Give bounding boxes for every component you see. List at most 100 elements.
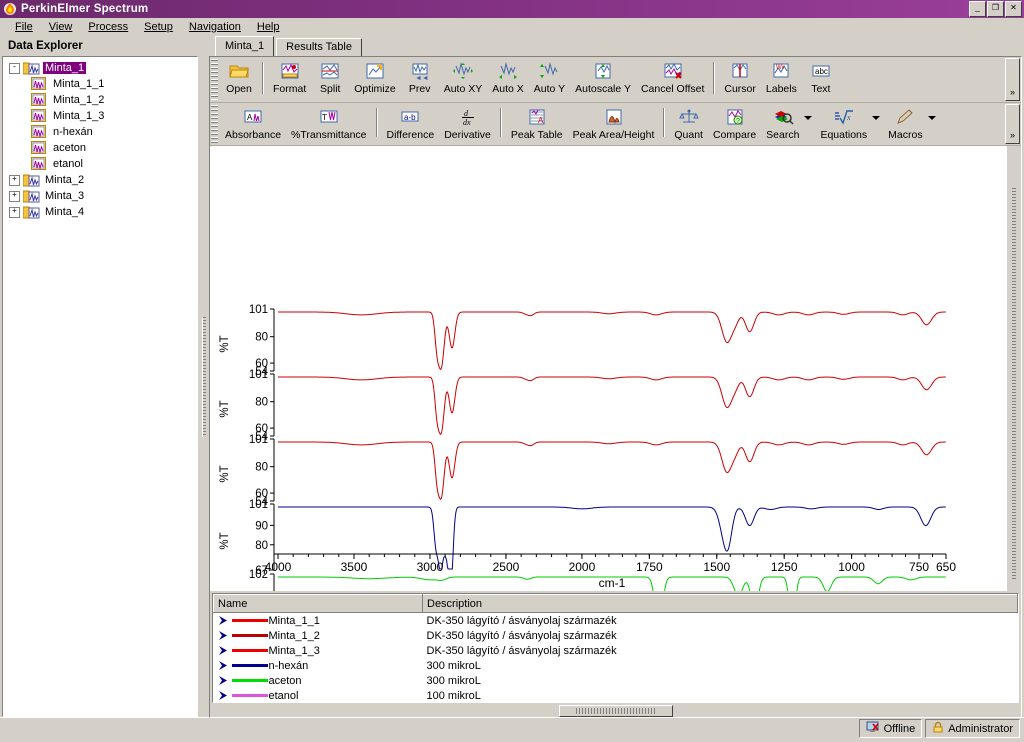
spectrum-tree[interactable]: - Minta_1 Minta_1_1 Minta_1_2 Minta_1_3 n-hex… bbox=[2, 56, 198, 717]
difference-button[interactable]: a-b Difference bbox=[382, 103, 440, 145]
tab-results-table[interactable]: Results Table bbox=[276, 38, 362, 56]
search-button[interactable]: Search bbox=[761, 103, 804, 145]
optimize-button[interactable]: Optimize bbox=[349, 57, 400, 102]
tree-item-etanol[interactable]: etanol bbox=[3, 156, 197, 172]
svg-text:cm-1: cm-1 bbox=[599, 576, 626, 590]
tree-item-minta-1-2[interactable]: Minta_1_2 bbox=[3, 92, 197, 108]
vertical-splitter[interactable] bbox=[200, 36, 207, 717]
window-titlebar[interactable]: PerkinElmer Spectrum _ ❐ ✕ bbox=[0, 0, 1024, 18]
legend-row[interactable]: n-hexán 300 mikroL bbox=[214, 658, 1018, 673]
spectra-chart[interactable]: 101 80 60 54 %T 101 80 60 54 %T 101 80 60 54 %T 101 90 80… bbox=[210, 146, 1007, 591]
minimize-button[interactable]: _ bbox=[969, 1, 986, 17]
svg-text:650: 650 bbox=[936, 560, 956, 574]
status-user[interactable]: Administrator bbox=[925, 719, 1020, 738]
svg-text:101: 101 bbox=[249, 369, 268, 381]
text-button[interactable]: abc Text bbox=[802, 57, 840, 102]
menu-process[interactable]: Process bbox=[80, 20, 136, 34]
horizontal-scrollbar[interactable] bbox=[210, 705, 1021, 717]
close-button[interactable]: ✕ bbox=[1005, 1, 1022, 17]
menu-navigation[interactable]: Navigation bbox=[181, 20, 249, 34]
derivative-button[interactable]: d dx Derivative bbox=[439, 103, 496, 145]
svg-text:3500: 3500 bbox=[341, 560, 368, 574]
menu-setup-label: Setup bbox=[144, 20, 173, 33]
auto-x-label: Auto X bbox=[492, 83, 524, 95]
toolbar-overflow-top[interactable]: » bbox=[1005, 58, 1020, 101]
legend-arrow-icon bbox=[218, 675, 232, 686]
collapse-toggle[interactable]: - bbox=[9, 62, 20, 74]
menu-help[interactable]: Help bbox=[249, 20, 288, 34]
legend-name-wrap: n-hexán bbox=[218, 660, 419, 672]
svg-text:101: 101 bbox=[249, 304, 268, 316]
legend-row[interactable]: etanol 100 mikroL bbox=[214, 688, 1018, 702]
difference-label: Difference bbox=[386, 129, 435, 141]
prev-button[interactable]: ◄◄ Prev bbox=[401, 57, 439, 102]
menu-view[interactable]: View bbox=[41, 20, 81, 34]
equations-dropdown-arrow[interactable] bbox=[872, 103, 883, 145]
open-button[interactable]: Open bbox=[220, 57, 258, 102]
svg-text:%T: %T bbox=[219, 400, 231, 417]
macros-dropdown-arrow[interactable] bbox=[927, 103, 939, 145]
toolbar-overflow-bottom[interactable]: » bbox=[1005, 104, 1020, 144]
auto-xy-button[interactable]: Auto XY bbox=[439, 57, 488, 102]
legend-name-label: Minta_1_2 bbox=[268, 629, 320, 642]
autoscale-y-button[interactable]: Autoscale Y bbox=[570, 57, 636, 102]
split-button[interactable]: Split bbox=[311, 57, 349, 102]
tree-item-minta-3[interactable]: + Minta_3 bbox=[3, 188, 197, 204]
toolbar-grip-bottom[interactable] bbox=[211, 105, 218, 143]
legend-table: Name Description Minta_1_1 DK-350 lágyító… bbox=[213, 594, 1018, 702]
menu-file[interactable]: File bbox=[7, 20, 41, 34]
tree-item-minta-2[interactable]: + Minta_2 bbox=[3, 172, 197, 188]
search-dropdown-arrow[interactable] bbox=[804, 103, 815, 145]
equations-button[interactable]: x Equations bbox=[815, 103, 872, 145]
status-connection[interactable]: Offline bbox=[858, 719, 923, 738]
chart-vertical-scroll[interactable] bbox=[1007, 146, 1021, 591]
restore-button[interactable]: ❐ bbox=[987, 1, 1004, 17]
format-button[interactable]: Format bbox=[268, 57, 311, 102]
transmittance-button[interactable]: T %Transmittance bbox=[286, 103, 371, 145]
tree-item-minta-1-3[interactable]: Minta_1_3 bbox=[3, 108, 197, 124]
expand-toggle[interactable]: + bbox=[9, 174, 20, 186]
tree-item-minta-1-1[interactable]: Minta_1_1 bbox=[3, 76, 197, 92]
expand-toggle[interactable]: + bbox=[9, 190, 20, 202]
macros-label: Macros bbox=[888, 129, 923, 141]
toolbar-grip-top[interactable] bbox=[211, 59, 218, 100]
spectrum-file-icon bbox=[31, 157, 47, 171]
legend-row[interactable]: Minta_1_1 DK-350 lágyító / ásványolaj szá… bbox=[214, 613, 1018, 629]
macros-button[interactable]: Macros bbox=[883, 103, 927, 145]
legend-row[interactable]: aceton 300 mikroL bbox=[214, 673, 1018, 688]
compare-button[interactable]: ? Compare bbox=[708, 103, 761, 145]
legend-row[interactable]: Minta_1_3 DK-350 lágyító / ásványolaj szá… bbox=[214, 643, 1018, 658]
legend-name-cell: Minta_1_3 bbox=[214, 643, 423, 658]
quant-button[interactable]: Quant bbox=[669, 103, 708, 145]
svg-text:80: 80 bbox=[255, 332, 268, 344]
legend-row[interactable]: Minta_1_2 DK-350 lágyító / ásványolaj szá… bbox=[214, 628, 1018, 643]
search-icon bbox=[772, 106, 794, 128]
spectra-legend-table[interactable]: Name Description Minta_1_1 DK-350 lágyító… bbox=[212, 593, 1019, 703]
tree-item-n-hex-n[interactable]: n-hexán bbox=[3, 124, 197, 140]
legend-col-description[interactable]: Description bbox=[422, 594, 1018, 613]
hscroll-thumb[interactable] bbox=[558, 705, 673, 717]
svg-text:abc: abc bbox=[815, 67, 828, 76]
auto-x-button[interactable]: Auto X bbox=[487, 57, 529, 102]
tab-minta-1[interactable]: Minta_1 bbox=[215, 36, 275, 56]
tab-strip: Minta_1 Results Table bbox=[207, 36, 1024, 56]
expand-toggle[interactable]: + bbox=[9, 206, 20, 218]
labels-button[interactable]: Wv Labels bbox=[761, 57, 802, 102]
tree-item-aceton[interactable]: aceton bbox=[3, 140, 197, 156]
tree-item-minta-1[interactable]: - Minta_1 bbox=[3, 60, 197, 76]
tree-item-minta-4[interactable]: + Minta_4 bbox=[3, 204, 197, 220]
peak-table-button[interactable]: A Peak Table bbox=[506, 103, 568, 145]
menu-setup[interactable]: Setup bbox=[136, 20, 181, 34]
legend-color-swatch bbox=[231, 664, 268, 667]
peak-area-height-button[interactable]: Peak Area/Height bbox=[568, 103, 660, 145]
cursor-button[interactable]: Cursor bbox=[719, 57, 761, 102]
menu-process-label: Process bbox=[88, 20, 129, 33]
absorbance-button[interactable]: A Absorbance bbox=[220, 103, 286, 145]
data-explorer-title: Data Explorer bbox=[8, 40, 83, 52]
absorbance-label: Absorbance bbox=[225, 129, 282, 141]
spectrum-file-icon bbox=[31, 77, 47, 91]
cancel-offset-button[interactable]: Cancel Offset bbox=[636, 57, 709, 102]
tree-item-label: Minta_1_1 bbox=[53, 78, 105, 90]
auto-y-button[interactable]: Auto Y bbox=[529, 57, 570, 102]
legend-col-name[interactable]: Name bbox=[213, 594, 423, 613]
